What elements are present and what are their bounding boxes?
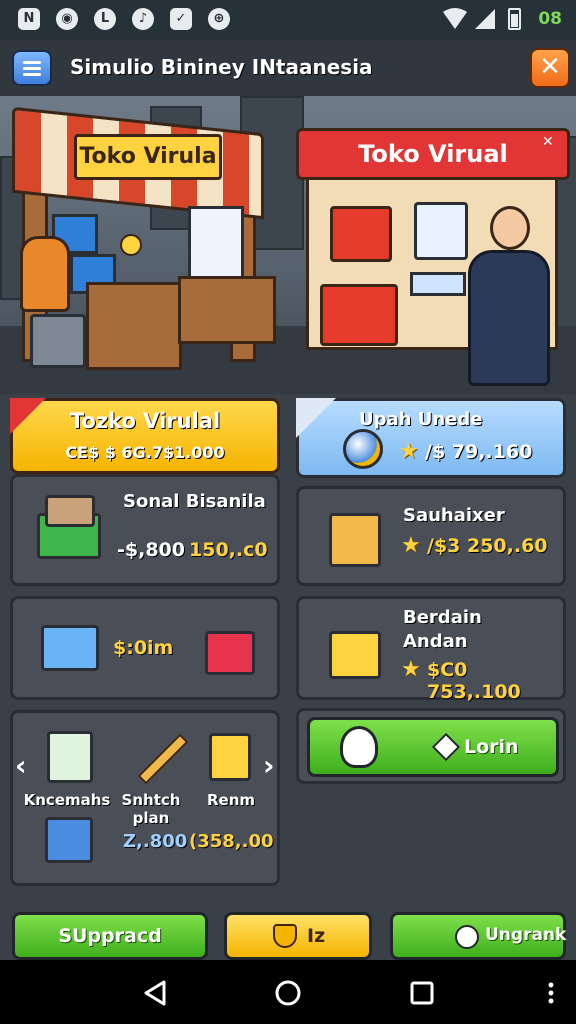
rank-button-label: Ungrank (485, 925, 567, 945)
star-icon: ★ (401, 657, 421, 682)
money-card[interactable]: $:0im (10, 596, 280, 700)
pen-icon[interactable] (137, 733, 189, 785)
item2-sublabel: plan (132, 809, 170, 827)
shield-button[interactable]: Iz (224, 912, 372, 960)
rank-button[interactable]: Ungrank (390, 912, 566, 960)
sauhaixer-card-price: /$3 250,.60 (427, 535, 548, 557)
wifi-icon (443, 8, 467, 29)
briefcase-icon (329, 631, 381, 679)
upah-card-price: /$ 79,.160 (425, 441, 533, 463)
red-box-icon (205, 631, 255, 675)
item3-label: Renm (206, 791, 256, 809)
berdain-card-price: $C0 753,.100 (427, 659, 521, 703)
cash-register-icon[interactable] (47, 731, 93, 783)
item-price-a: Z,.800 (123, 831, 188, 852)
document-icon (414, 202, 468, 260)
diamond-icon (431, 732, 461, 762)
status-bar: N ◉ L ♪ ✓ ⊕ 08 (0, 0, 576, 40)
recents-icon[interactable] (410, 981, 434, 1005)
shop-card-title: Tozko Virulal (69, 409, 221, 433)
cup-icon (340, 726, 378, 768)
login-button-label: Lorin (464, 736, 519, 758)
shop-scene: Toko Virula Toko Virual ✕ (0, 96, 576, 394)
bag-icon[interactable] (209, 733, 251, 781)
sign-close-icon[interactable]: ✕ (542, 134, 554, 150)
sonal-card-title: Sonal Bisanila (123, 491, 266, 512)
lamp-icon (120, 234, 142, 256)
sauhaixer-card-title: Sauhaixer (403, 505, 505, 526)
right-shop-sign: Toko Virual (296, 128, 570, 180)
star-icon: ★ (399, 439, 419, 464)
red-crate-icon (320, 284, 398, 346)
berdain-card-title: Berdain (403, 607, 482, 628)
corner-tag-icon (296, 398, 336, 438)
upgrade-button[interactable]: SUppracd (12, 912, 208, 960)
businessman-head (490, 206, 530, 250)
target-icon: ⊕ (208, 8, 230, 30)
clock: 08 (538, 9, 562, 29)
login-button[interactable]: Lorin (307, 717, 559, 777)
right-shop-sign-label: Toko Virual (358, 140, 508, 168)
page-title: Simulio Bininey INtaanesia (70, 55, 373, 79)
left-shop-sign: Toko Virula (74, 134, 222, 180)
home-icon[interactable] (274, 979, 302, 1007)
package-icon (329, 513, 381, 567)
shop-card-price: CE$ $ 6G.7$1.000 (65, 443, 225, 462)
system-nav-bar (0, 960, 576, 1024)
checkbox-icon: ✓ (170, 8, 192, 30)
l-notification-icon: L (94, 8, 116, 30)
shopping-bag-icon (330, 206, 392, 262)
item1-label: Kncemahs (23, 791, 111, 809)
more-options-icon[interactable] (546, 980, 556, 1006)
fox-shopkeeper (20, 236, 70, 312)
close-button[interactable]: ✕ (530, 48, 570, 88)
shop-card[interactable]: Tozko Virulal CE$ $ 6G.7$1.000 (10, 398, 280, 474)
shield-icon (273, 924, 297, 948)
carousel-prev-button[interactable]: ‹ (15, 749, 27, 782)
login-card: Lorin (296, 708, 566, 784)
item2-label: Snhtch (121, 791, 181, 809)
sauhaixer-card[interactable]: Sauhaixer ★ /$3 250,.60 (296, 486, 566, 586)
box-icon (45, 495, 95, 527)
tablet-icon (410, 272, 466, 296)
money-card-price: $:0im (113, 637, 174, 659)
upah-card[interactable]: Upah Unede ★ /$ 79,.160 (296, 398, 566, 478)
blue-box-icon[interactable] (45, 817, 93, 863)
stall-counter (178, 276, 276, 344)
battery-icon (508, 8, 521, 30)
sonal-card-price-neg: -$,800 (117, 539, 185, 561)
cash-stack-icon (41, 625, 99, 671)
menu-button[interactable] (12, 50, 52, 86)
sonal-card[interactable]: Sonal Bisanila -$,800 150,.c0 (10, 474, 280, 586)
document-screen-icon (188, 206, 244, 282)
shield-button-label: Iz (307, 925, 326, 947)
berdain-card-subtitle: Andan (403, 631, 468, 652)
back-icon[interactable] (142, 980, 168, 1006)
signal-icon (475, 9, 495, 29)
sonal-card-price: 150,.c0 (189, 539, 268, 561)
item-price-b: (358,.00 (189, 831, 274, 852)
berdain-card[interactable]: Berdain Andan ★ $C0 753,.100 (296, 596, 566, 703)
n-notification-icon: N (18, 8, 40, 30)
star-icon: ★ (401, 533, 421, 558)
record-icon: ◉ (56, 8, 78, 30)
trash-bin-icon (30, 314, 86, 368)
upah-card-title: Upah Unede (359, 409, 483, 430)
title-bar: Simulio Bininey INtaanesia ✕ (0, 40, 576, 98)
search-icon (455, 925, 479, 949)
carousel-next-button[interactable]: › (263, 749, 275, 782)
globe-icon (343, 429, 383, 469)
music-icon: ♪ (132, 8, 154, 30)
stall-counter (86, 282, 182, 370)
businessman-character (468, 250, 550, 386)
items-card: ‹ › Kncemahs Snhtch plan Renm Z,.800 (35… (10, 710, 280, 886)
